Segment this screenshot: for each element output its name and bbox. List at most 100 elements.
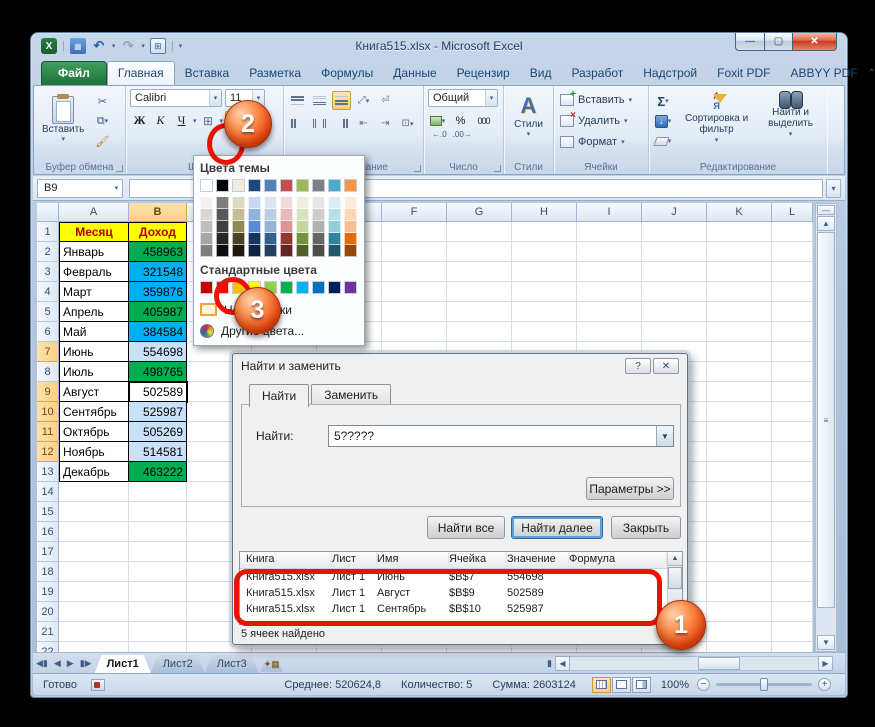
row-header-6[interactable]: 6 [37,322,59,342]
results-column-Значение[interactable]: Значение [507,553,569,568]
tint-swatch-6-3[interactable] [280,221,293,233]
ribbon-tab-Разработ[interactable]: Разработ [561,62,633,85]
column-header-H[interactable]: H [512,203,577,222]
results-column-Формула[interactable]: Формула [569,553,667,568]
dialog-title-bar[interactable]: Найти и заменить ? ✕ [233,354,687,378]
tint-swatch-10-2[interactable] [344,209,357,221]
row-header-13[interactable]: 13 [37,462,59,482]
theme-color-swatch-8[interactable] [312,179,325,192]
tint-swatch-7-3[interactable] [296,221,309,233]
row-header-12[interactable]: 12 [37,442,59,462]
cell-A8[interactable]: Июль [59,362,129,382]
tint-swatch-3-5[interactable] [232,245,245,257]
tint-swatch-9-3[interactable] [328,221,341,233]
macro-record-icon[interactable] [91,679,105,691]
indent-increase-icon[interactable]: ⇥ [376,114,395,133]
row-header-10[interactable]: 10 [37,402,59,422]
ribbon-tab-Данные[interactable]: Данные [383,62,446,85]
tint-swatch-3-2[interactable] [232,209,245,221]
tint-swatch-8-5[interactable] [312,245,325,257]
column-header-F[interactable]: F [382,203,447,222]
tint-swatch-7-1[interactable] [296,197,309,209]
align-right-icon[interactable] [332,114,351,133]
standard-color-swatch-10[interactable] [344,281,357,294]
indent-decrease-icon[interactable]: ⇤ [354,114,373,133]
format-cells-button[interactable]: Формат▾ [560,131,644,152]
tab-find[interactable]: Найти [249,384,309,407]
results-column-Ячейка[interactable]: Ячейка [449,553,507,568]
clear-button[interactable]: ▾ [653,132,673,150]
cell-B4[interactable]: 359876 [129,282,187,302]
underline-button[interactable]: Ч [172,111,191,130]
decrease-decimal-icon[interactable]: .00→ [453,130,472,139]
sheet-tab-Лист1[interactable]: Лист1 [95,655,151,673]
theme-color-swatch-10[interactable] [344,179,357,192]
cell-A4[interactable]: Март [59,282,129,302]
tint-swatch-1-5[interactable] [200,245,213,257]
options-button[interactable]: Параметры >> [586,477,674,500]
minimize-button[interactable]: — [735,33,765,51]
row-header-19[interactable]: 19 [37,582,59,602]
cell-B11[interactable]: 505269 [129,422,187,442]
page-layout-view-button[interactable] [612,677,631,693]
cell-B10[interactable]: 525987 [129,402,187,422]
cell-A12[interactable]: Ноябрь [59,442,129,462]
zoom-in-button[interactable]: + [818,678,831,691]
more-colors-item[interactable]: Другие цвета... [200,320,358,341]
row-header-1[interactable]: 1 [37,222,59,242]
row-header-4[interactable]: 4 [37,282,59,302]
percent-style-icon[interactable]: % [451,111,470,130]
format-painter-icon[interactable]: 🖌 [92,132,112,150]
tint-swatch-10-3[interactable] [344,221,357,233]
cell-A6[interactable]: Май [59,322,129,342]
row-header-8[interactable]: 8 [37,362,59,382]
cell-B6[interactable]: 384584 [129,322,187,342]
theme-color-swatch-7[interactable] [296,179,309,192]
autosum-button[interactable]: Σ▾ [653,92,673,110]
cut-icon[interactable]: ✂ [92,92,112,110]
tint-swatch-7-4[interactable] [296,233,309,245]
row-header-9[interactable]: 9 [37,382,59,402]
increase-decimal-icon[interactable]: ←.0 [432,130,447,139]
cell-A1[interactable]: Месяц [59,222,129,242]
theme-color-swatch-6[interactable] [280,179,293,192]
bold-button[interactable]: Ж [130,111,149,130]
cell-A7[interactable]: Июнь [59,342,129,362]
tint-swatch-7-2[interactable] [296,209,309,221]
standard-color-swatch-9[interactable] [328,281,341,294]
number-format-combobox[interactable]: Общий▾ [428,89,498,107]
cell-A13[interactable]: Декабрь [59,462,129,482]
wrap-text-icon[interactable]: ⏎ [376,91,395,110]
column-header-I[interactable]: I [577,203,642,222]
row-header-20[interactable]: 20 [37,602,59,622]
vscroll-thumb[interactable]: ≡ [817,232,835,608]
tint-swatch-9-5[interactable] [328,245,341,257]
fill-button[interactable]: ↓▾ [653,112,673,130]
vertical-scrollbar[interactable]: — ▲ ≡ ▼ [815,203,837,652]
tint-swatch-3-1[interactable] [232,197,245,209]
dialog-close-button[interactable]: ✕ [653,358,679,374]
zoom-slider[interactable] [716,683,812,686]
tint-swatch-6-4[interactable] [280,233,293,245]
tint-swatch-3-3[interactable] [232,221,245,233]
page-break-view-button[interactable] [632,677,651,693]
comma-style-icon[interactable]: 000 [474,111,493,130]
active-cell-B9[interactable]: 502589 [128,381,188,403]
delete-cells-button[interactable]: Удалить▾ [560,110,644,131]
ribbon-tab-ABBYY PDF[interactable]: ABBYY PDF [780,62,867,85]
name-box[interactable]: B9▾ [37,179,123,198]
cell-B13[interactable]: 463222 [129,462,187,482]
hscroll-left-icon[interactable]: ◀ [555,656,570,671]
scroll-up-icon[interactable]: ▲ [817,216,835,231]
tint-swatch-8-2[interactable] [312,209,325,221]
align-top-icon[interactable] [288,91,307,110]
collapse-ribbon-icon[interactable]: ⌃ [868,68,875,79]
tint-swatch-4-5[interactable] [248,245,261,257]
sheet-tab-Лист2[interactable]: Лист2 [151,655,205,673]
row-header-17[interactable]: 17 [37,542,59,562]
ribbon-tab-Разметка[interactable]: Разметка [239,62,311,85]
close-button[interactable]: ✕ [793,33,837,51]
hscroll-right-icon[interactable]: ▶ [818,656,833,671]
scroll-down-icon[interactable]: ▼ [817,635,835,650]
sort-filter-button[interactable]: АЯ Сортировка и фильтр▾ [679,89,754,148]
